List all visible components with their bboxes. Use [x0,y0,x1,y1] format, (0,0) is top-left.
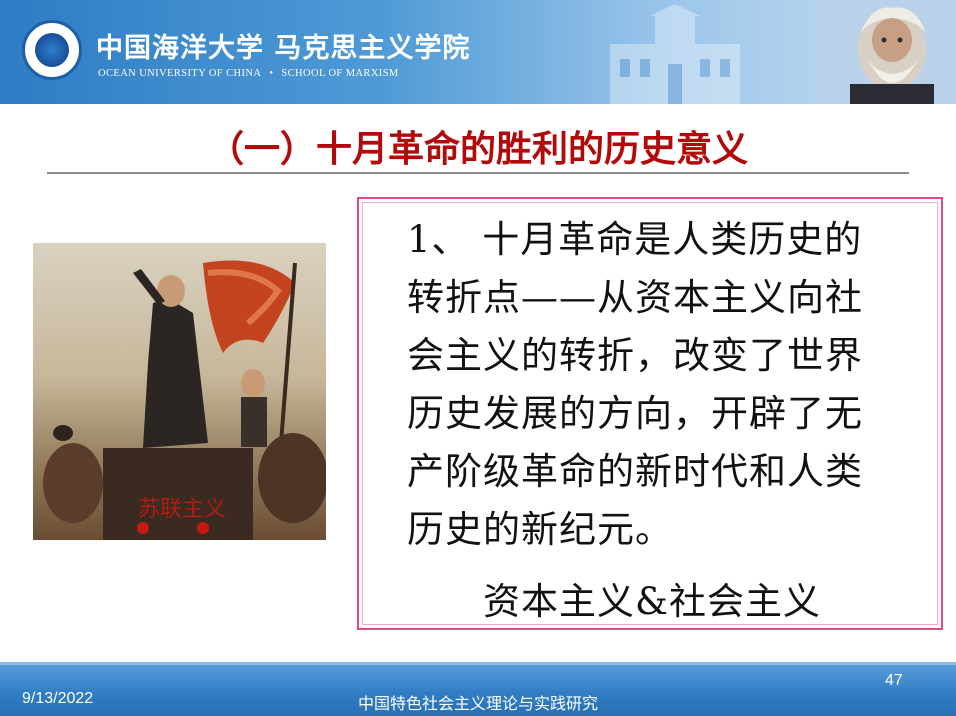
body-line: 1、 十月革命是人类历史的 [407,218,863,261]
body-line: 产阶级革命的新时代和人类 [407,450,863,493]
body-line: 历史发展的方向，开辟了无 [407,392,863,435]
footer-top-line [0,662,956,665]
university-name-cn: 中国海洋大学 马克思主义学院 [96,33,471,64]
slide-title: （一）十月革命的胜利的历史意义 [207,129,748,170]
body-line: 会主义的转折，改变了世界 [407,334,863,377]
campus-building-image [610,4,740,104]
school-name-en: SCHOOL OF MARXISM [281,68,399,79]
university-name-en: OCEAN UNIVERSITY OF CHINA • SCHOOL OF MARX… [98,68,399,79]
main-text-box: 1、 十月革命是人类历史的 转折点——从资本主义向社 会主义的转折，改变了世界 … [357,197,943,630]
marx-portrait-image [820,0,956,104]
body-paragraph: 1、 十月革命是人类历史的 转折点——从资本主义向社 会主义的转折，改变了世界 … [407,211,929,559]
university-name-en-text: OCEAN UNIVERSITY OF CHINA [98,68,262,79]
header-banner: 中国海洋大学 马克思主义学院 OCEAN UNIVERSITY OF CHINA… [0,0,956,104]
poster-caption: 苏联主义 [138,497,227,522]
title-divider [47,172,909,174]
body-line: 历史的新纪元。 [407,508,673,551]
footer-course-title: 中国特色社会主义理论与实践研究 [357,694,598,713]
body-line: 转折点——从资本主义向社 [407,276,863,319]
slide-footer: 9/13/2022 中国特色社会主义理论与实践研究 47 [0,662,956,716]
university-logo [22,20,82,80]
separator-dot: • [269,68,274,79]
comparison-subline: 资本主义&社会主义 [483,580,821,623]
page-number: 47 [885,672,903,689]
october-revolution-poster: 苏联主义 [33,243,326,540]
